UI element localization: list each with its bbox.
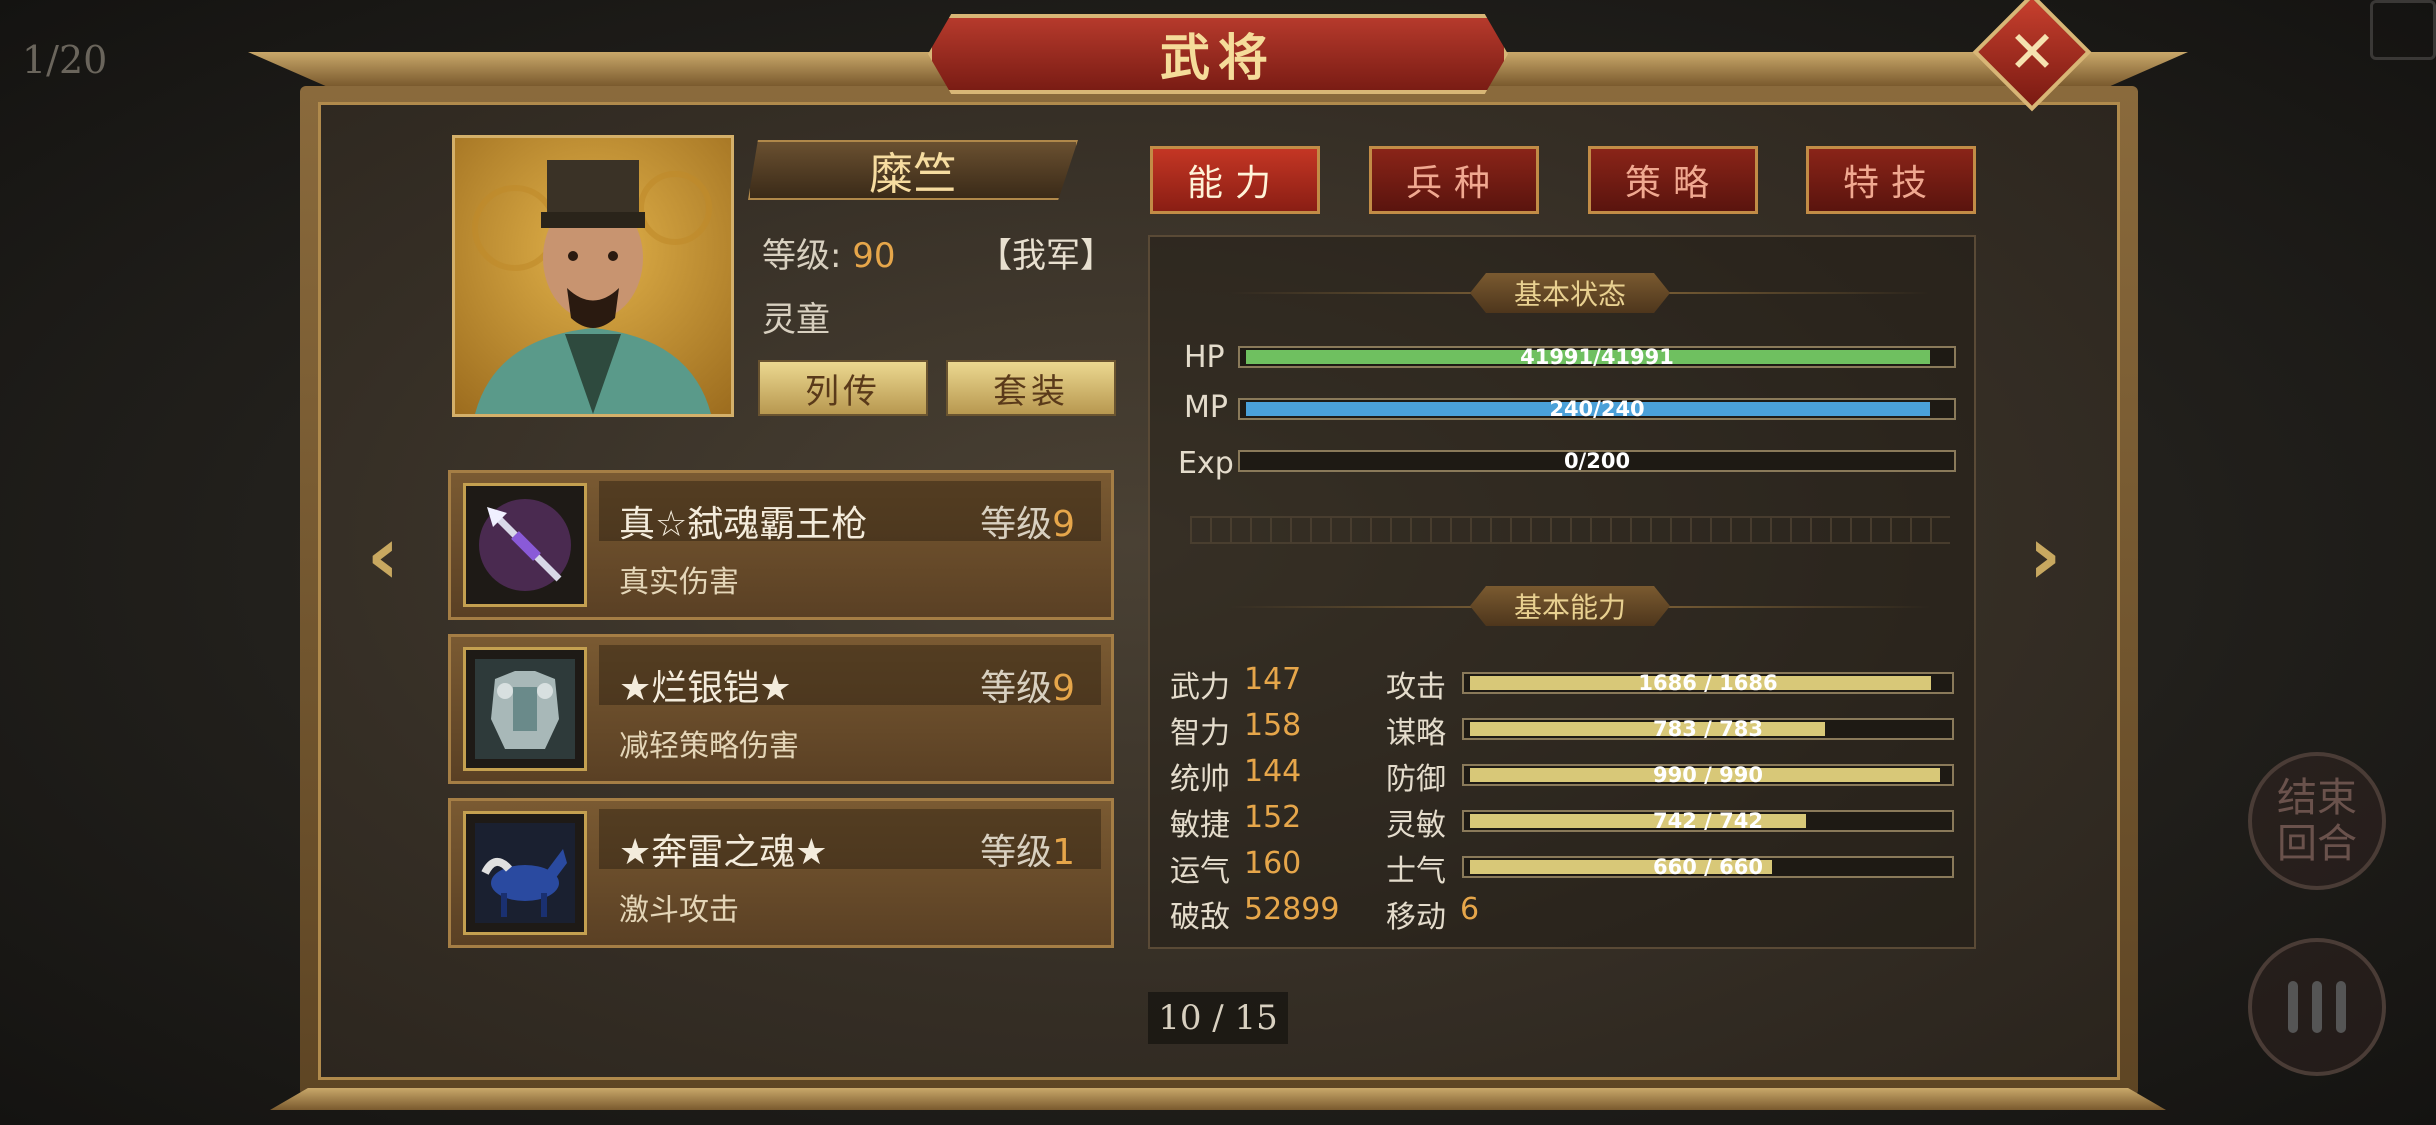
ability-value: 160 [1244, 846, 1302, 881]
ability-value: 144 [1244, 754, 1302, 789]
ability-bar: 990 / 990 [1462, 763, 1954, 787]
tab-skill[interactable]: 特技 [1806, 146, 1976, 214]
close-icon[interactable]: ✕ [1990, 10, 2074, 94]
mp-label: MP [1184, 390, 1228, 425]
general-name: 糜竺 [869, 149, 957, 200]
ability-label: 运气 [1170, 854, 1230, 889]
equipment-name: ★奔雷之魂★ [619, 832, 828, 873]
spear-icon [463, 483, 587, 607]
ability-bar-label: 灵敏 [1386, 808, 1446, 843]
ability-bar-text: 660 / 660 [1653, 855, 1763, 879]
move-value: 6 [1460, 892, 1480, 927]
hp-bar-text: 41991/41991 [1520, 345, 1674, 369]
ability-value: 158 [1244, 708, 1302, 743]
window-title: 武将 [1160, 28, 1276, 87]
ability-value: 147 [1244, 662, 1302, 697]
equipment-desc: 减轻策略伤害 [619, 729, 799, 764]
ability-bar-label: 攻击 [1386, 670, 1446, 705]
end-turn-label: 结束回合 [2277, 775, 2357, 867]
decorative-divider [1190, 516, 1950, 544]
horse-icon [463, 811, 587, 935]
ability-bar-text: 783 / 783 [1653, 717, 1763, 741]
tab-strategy[interactable]: 策略 [1588, 146, 1758, 214]
general-level: 等级: 90 [762, 228, 896, 277]
hp-bar: 41991/41991 [1238, 345, 1956, 369]
hp-label: HP [1184, 340, 1225, 375]
ability-label: 武力 [1170, 670, 1230, 705]
prev-general-arrow-icon[interactable]: ‹ [356, 509, 410, 602]
ability-value: 152 [1244, 800, 1302, 835]
general-name-plate: 糜竺 [748, 140, 1078, 200]
window-bottom-ornament [270, 1088, 2166, 1110]
ability-bar: 660 / 660 [1462, 855, 1954, 879]
ability-bar-label: 谋略 [1386, 716, 1446, 751]
tab-ability[interactable]: 能力 [1150, 146, 1320, 214]
basic-ability-title: 基本能力 [1470, 586, 1670, 626]
equipment-level: 等级9 [980, 668, 1075, 709]
menu-button[interactable] [2248, 938, 2386, 1076]
equipment-desc: 真实伤害 [619, 565, 739, 600]
equipment-name: ★烂银铠★ [619, 668, 792, 709]
armor-icon [463, 647, 587, 771]
ability-bar-text: 1686 / 1686 [1638, 671, 1778, 695]
ability-bar-text: 990 / 990 [1653, 763, 1763, 787]
exp-bar: 0/200 [1238, 449, 1956, 473]
equipment-name: 真☆弑魂霸王枪 [619, 504, 868, 545]
turn-counter: 1/20 [22, 38, 108, 82]
move-label: 移动 [1386, 900, 1446, 935]
equipment-slot-weapon[interactable]: 真☆弑魂霸王枪 等级9 真实伤害 [448, 470, 1114, 620]
general-portrait [452, 135, 734, 417]
general-job: 灵童 [762, 300, 830, 340]
biography-button[interactable]: 列传 [758, 360, 928, 416]
set-button[interactable]: 套装 [946, 360, 1116, 416]
equipment-level: 等级9 [980, 504, 1075, 545]
tab-troop[interactable]: 兵种 [1369, 146, 1539, 214]
menu-corner-icon[interactable] [2370, 0, 2436, 60]
ability-bar-label: 防御 [1386, 762, 1446, 797]
next-general-arrow-icon[interactable]: › [2018, 509, 2072, 602]
ability-bar: 783 / 783 [1462, 717, 1954, 741]
ability-label: 统帅 [1170, 762, 1230, 797]
exp-label: Exp [1178, 446, 1234, 481]
ability-bar: 742 / 742 [1462, 809, 1954, 833]
ability-label: 智力 [1170, 716, 1230, 751]
general-faction: 【我军】 [978, 236, 1114, 276]
window-title-plate: 武将 [928, 14, 1508, 94]
mp-bar: 240/240 [1238, 397, 1956, 421]
ability-value: 52899 [1244, 892, 1340, 927]
equipment-level: 等级1 [980, 832, 1075, 873]
ability-bar-text: 742 / 742 [1653, 809, 1763, 833]
equipment-slot-mount[interactable]: ★奔雷之魂★ 等级1 激斗攻击 [448, 798, 1114, 948]
page-indicator: 10 / 15 [1148, 992, 1288, 1044]
general-level-label: 等级: [762, 236, 842, 276]
exp-bar-text: 0/200 [1563, 449, 1631, 473]
ability-label: 敏捷 [1170, 808, 1230, 843]
end-turn-button[interactable]: 结束回合 [2248, 752, 2386, 890]
equipment-slot-armor[interactable]: ★烂银铠★ 等级9 减轻策略伤害 [448, 634, 1114, 784]
mp-bar-text: 240/240 [1549, 397, 1645, 421]
ability-label: 破敌 [1170, 900, 1230, 935]
ability-bar-label: 士气 [1386, 854, 1446, 889]
basic-status-title: 基本状态 [1470, 273, 1670, 313]
equipment-desc: 激斗攻击 [619, 893, 739, 928]
ability-bar: 1686 / 1686 [1462, 671, 1954, 695]
general-level-value: 90 [852, 236, 896, 276]
menu-bars-icon [2288, 981, 2346, 1033]
